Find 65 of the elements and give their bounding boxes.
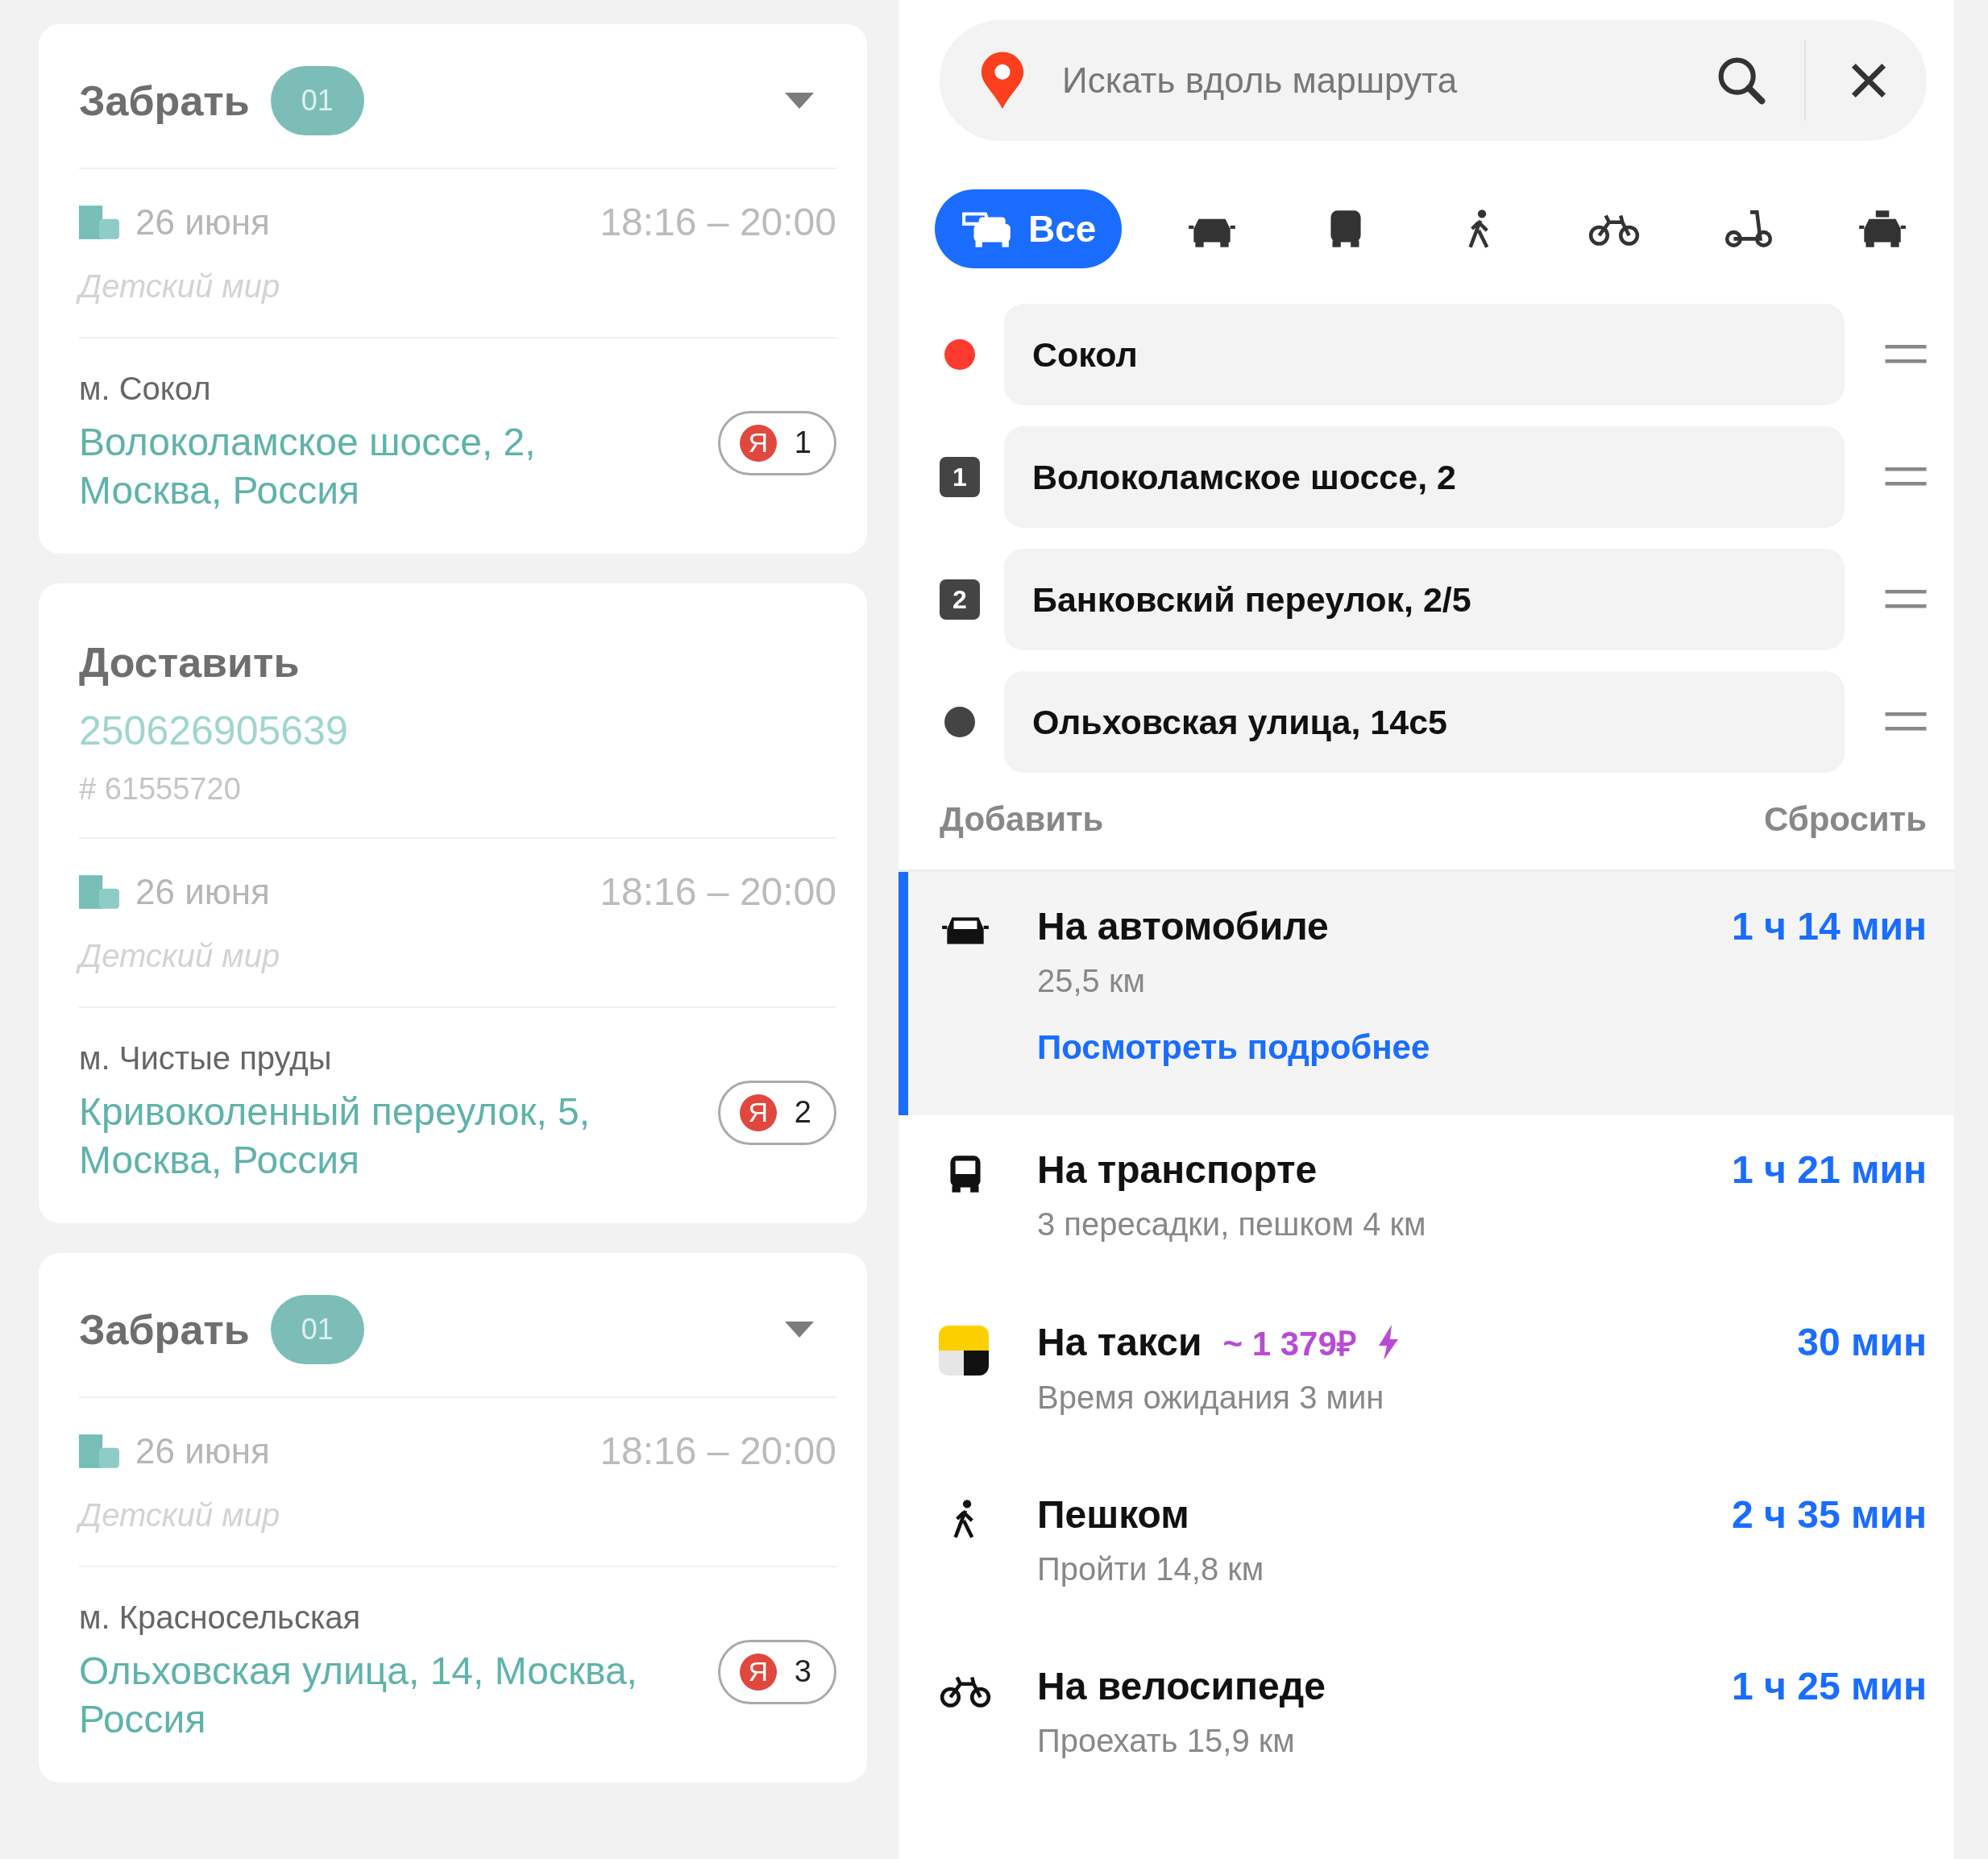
stop-number: 2 xyxy=(940,579,980,620)
metro-station: м. Чистые пруды xyxy=(79,1040,333,1077)
count-badge: 01 xyxy=(270,1295,364,1364)
mode-tab[interactable]: Все xyxy=(935,189,1123,268)
route-title: Пешком xyxy=(1037,1492,1189,1537)
logo-icon: Я xyxy=(739,1093,777,1131)
store-icon xyxy=(79,205,119,239)
date-text: 26 июня xyxy=(135,871,270,912)
taxi-logo-icon xyxy=(939,1326,989,1376)
section-title: Забрать xyxy=(79,77,250,125)
drag-handle-icon[interactable] xyxy=(1885,467,1927,487)
route-duration: 30 мин xyxy=(1797,1320,1927,1364)
time-range: 18:16 – 20:00 xyxy=(600,1429,836,1473)
time-range: 18:16 – 20:00 xyxy=(600,200,836,244)
store-icon xyxy=(79,1434,119,1468)
stop-number: 1 xyxy=(940,457,980,497)
order-number: 250626905639 xyxy=(79,707,349,754)
add-link[interactable]: Добавить xyxy=(940,800,1104,839)
stop-chip[interactable]: Я 2 xyxy=(717,1080,836,1145)
stop-number: 1 xyxy=(794,425,811,460)
route-title: На транспорте xyxy=(1037,1147,1318,1192)
time-range: 18:16 – 20:00 xyxy=(600,869,836,914)
price-text: ~ 1 379₽ xyxy=(1222,1324,1356,1364)
start-marker xyxy=(944,339,975,370)
route-duration: 1 ч 25 мин xyxy=(1732,1664,1927,1708)
route-duration: 1 ч 21 мин xyxy=(1732,1147,1927,1192)
store-icon xyxy=(79,874,119,909)
details-link[interactable]: Посмотреть подробнее xyxy=(1037,1028,1927,1067)
drag-handle-icon[interactable] xyxy=(1885,345,1927,364)
order-id: # 61555720 xyxy=(79,772,242,807)
date-text: 26 июня xyxy=(135,1430,270,1471)
route-detail: Пройти 14,8 км xyxy=(1037,1551,1265,1587)
route-detail: Время ожидания 3 мин xyxy=(1037,1380,1385,1416)
route-option[interactable]: На автомобиле 1 ч 14 мин 25,5 км Посмотреть подробнее xyxy=(899,872,1954,1115)
waypoint-field[interactable]: Волоколамское шоссе, 2 xyxy=(1004,426,1845,528)
route-detail: 25,5 км xyxy=(1037,963,1146,999)
drag-handle-icon[interactable] xyxy=(1885,712,1927,732)
caret-icon[interactable] xyxy=(783,91,816,110)
stop-number: 2 xyxy=(794,1095,811,1130)
stop-number: 3 xyxy=(794,1654,811,1689)
date-text: 26 июня xyxy=(135,201,270,243)
route-detail: 3 пересадки, пешком 4 км xyxy=(1037,1206,1427,1243)
route-duration: 2 ч 35 мин xyxy=(1732,1492,1927,1537)
end-marker xyxy=(944,707,975,737)
drag-handle-icon[interactable] xyxy=(1885,590,1927,609)
route-title: На велосипеде xyxy=(1037,1664,1326,1708)
section-title: Забрать xyxy=(79,1305,250,1354)
route-duration: 1 ч 14 мин xyxy=(1732,904,1927,948)
route-title: На автомобиле xyxy=(1037,904,1329,948)
section-title: Доставить xyxy=(79,638,301,687)
metro-station: м. Сокол xyxy=(79,371,212,407)
logo-icon: Я xyxy=(739,1653,777,1691)
route-detail: Проехать 15,9 км xyxy=(1037,1723,1296,1759)
caret-icon[interactable] xyxy=(783,1320,816,1339)
logo-icon: Я xyxy=(739,424,777,462)
stop-chip[interactable]: Я 1 xyxy=(717,410,836,475)
route-title: На такси xyxy=(1037,1320,1202,1364)
count-badge: 01 xyxy=(270,66,364,135)
waypoint-field[interactable]: Ольховская улица, 14с5 xyxy=(1004,671,1845,773)
search-field[interactable]: Искать вдоль маршрута xyxy=(1051,60,1691,102)
waypoint-field[interactable]: Банковский переулок, 2/5 xyxy=(1004,549,1845,650)
reset-link[interactable]: Сбросить xyxy=(1763,800,1927,839)
metro-station: м. Красносельская xyxy=(79,1600,362,1636)
waypoint-field[interactable]: Сокол xyxy=(1004,304,1845,405)
stop-chip[interactable]: Я 3 xyxy=(717,1639,836,1704)
